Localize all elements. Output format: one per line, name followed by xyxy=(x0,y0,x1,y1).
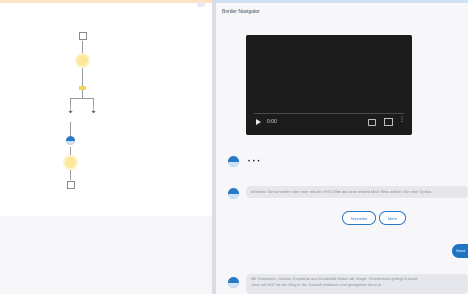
connector xyxy=(82,68,83,86)
bot-message-bubble: Möchten Sie schneller oder eher mit der … xyxy=(246,186,468,198)
scroll-indicator[interactable] xyxy=(197,2,205,7)
panel-top-bar xyxy=(0,0,212,3)
play-icon[interactable] xyxy=(256,119,261,125)
video-player[interactable]: 0:00 ⋮ xyxy=(246,35,412,135)
message-node-icon[interactable] xyxy=(77,55,88,66)
condition-node-icon[interactable] xyxy=(79,86,86,90)
message-node-2-icon[interactable] xyxy=(65,157,76,168)
more-options-icon[interactable]: ⋮ xyxy=(399,117,405,123)
connector xyxy=(82,41,83,53)
chat-top-bar xyxy=(216,0,468,3)
typing-indicator: • • • xyxy=(248,159,261,165)
fullscreen-icon[interactable] xyxy=(384,118,393,126)
bot-node-icon[interactable] xyxy=(66,136,75,145)
start-node-icon[interactable] xyxy=(79,32,87,40)
chat-preview-panel: Border Navigator 0:00 ⋮ • • • Möchten Si… xyxy=(216,0,468,294)
user-message-button[interactable]: Send xyxy=(452,244,468,258)
chat-header-title: Border Navigator xyxy=(222,9,260,15)
quick-reply-schneller[interactable]: Schneller xyxy=(342,211,376,225)
connector xyxy=(82,90,83,98)
connector xyxy=(70,168,71,180)
connector xyxy=(70,98,94,99)
branch-left-node-icon[interactable]: ⇣ xyxy=(66,106,75,120)
video-progress-bar[interactable] xyxy=(254,113,404,114)
flow-editor-panel: ⇣ ⇣ xyxy=(0,0,212,294)
video-time: 0:00 xyxy=(267,119,277,125)
bot-avatar xyxy=(228,156,239,167)
bot-message-line: Jetzt mit HHT ist der Weg in die Zukunft… xyxy=(251,282,383,287)
volume-icon[interactable] xyxy=(368,119,376,126)
connector xyxy=(70,122,71,136)
panel-footer-area xyxy=(0,216,212,294)
bot-avatar xyxy=(228,277,239,288)
quick-reply-mehr[interactable]: Mehr xyxy=(379,211,406,225)
branch-right-node-icon[interactable]: ⇣ xyxy=(89,106,98,120)
bot-message-bubble-2: Mit Teamwork, Geduld, Empathie und Kreat… xyxy=(246,274,468,294)
bot-avatar xyxy=(228,188,239,199)
end-node-icon[interactable] xyxy=(67,181,75,189)
video-controls: 0:00 ⋮ xyxy=(246,109,412,135)
connector xyxy=(70,147,71,156)
